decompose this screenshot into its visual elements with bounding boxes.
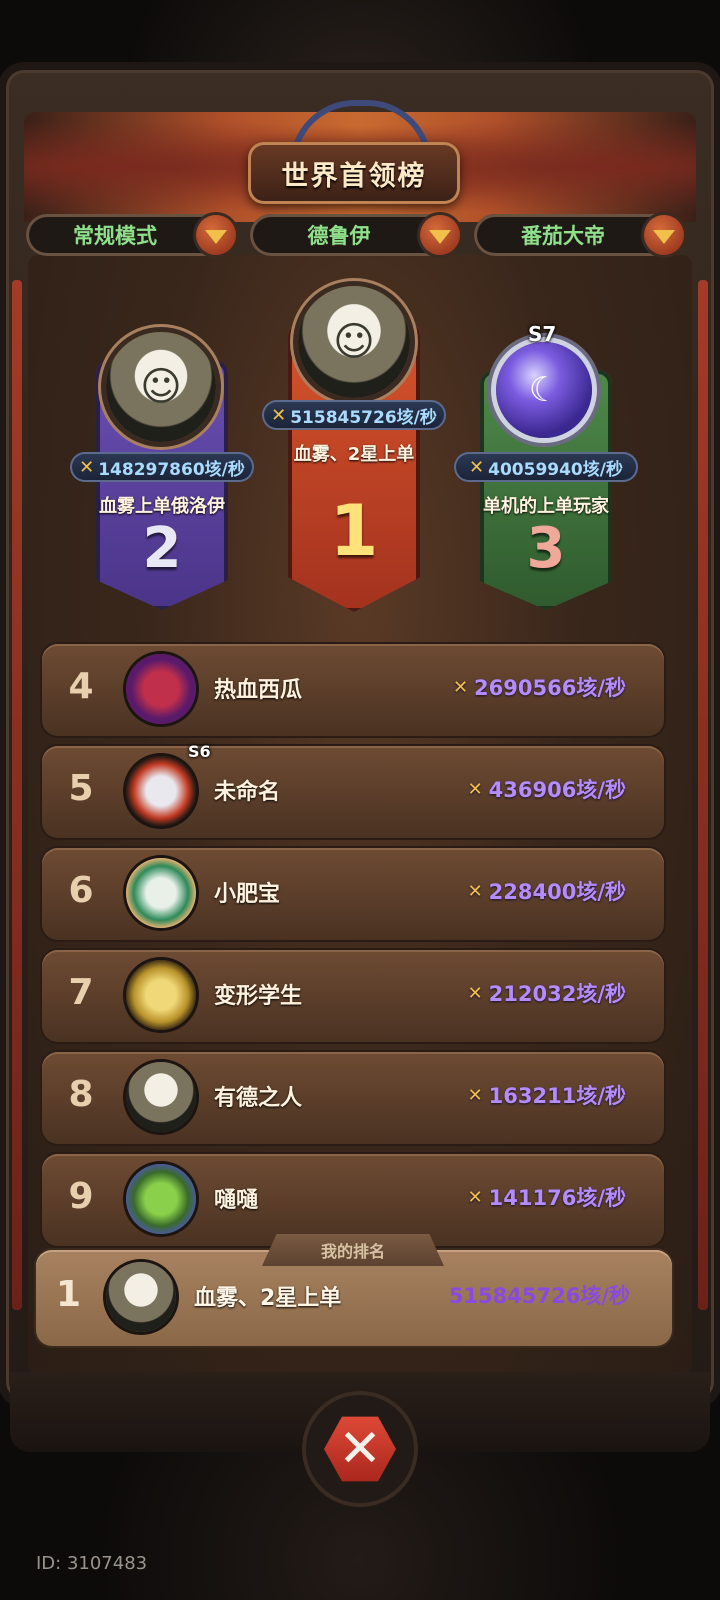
chevron-down-icon[interactable] [420,215,460,255]
mode-dropdown[interactable]: 常规模式 [26,214,236,256]
list-rank: 4 [68,666,94,707]
boss-dropdown-label: 番茄大帝 [521,224,605,248]
player-score: ✕ 436906垓/秒 [468,774,626,804]
podium-first-avatar[interactable]: ☺ [298,286,410,398]
close-button[interactable]: ✕ [306,1395,414,1503]
list-rank: 7 [68,972,94,1013]
podium-first-rank: 1 [329,490,379,572]
season-badge: S7 [528,322,557,346]
podium-second-name: 血雾上单俄洛伊 [99,496,225,517]
crossed-swords-icon: ✕ [467,1084,483,1106]
podium-third-avatar[interactable]: ☾ [496,342,592,438]
podium-third-rank: 3 [526,516,566,581]
my-name: 血雾、2星上单 [194,1286,342,1311]
podium-third-name: 单机的上单玩家 [483,496,609,517]
podium-first-score-value: 515845726垓/秒 [290,407,437,428]
my-rank-tag: 我的排名 [262,1234,444,1266]
my-score: 515845726垓/秒 [448,1284,630,1308]
podium-second-score: ✕ 148297860垓/秒 [70,452,254,482]
list-item[interactable]: 8 有德之人 ✕ 163211垓/秒 [42,1052,664,1144]
player-score: ✕ 228400垓/秒 [468,876,626,906]
podium-first-name: 血雾、2星上单 [293,444,415,465]
season-badge: S6 [188,742,211,761]
my-avatar[interactable] [106,1262,176,1332]
chevron-down-icon[interactable] [644,215,684,255]
crossed-swords-icon: ✕ [467,778,483,800]
crossed-swords-icon: ✕ [79,456,95,478]
podium-third-score-value: 40059940垓/秒 [488,459,623,480]
frame-bar-right [698,280,708,1310]
page-title: 世界首领榜 [281,160,427,192]
crossed-swords-icon: ✕ [467,880,483,902]
title-plate: 世界首领榜 [248,142,460,204]
frame-bar-left [12,280,22,1310]
crossed-swords-icon: ✕ [452,676,469,698]
player-avatar[interactable] [126,756,196,826]
list-item[interactable]: 7 变形学生 ✕ 212032垓/秒 [42,950,664,1042]
player-score: ✕ 2690566垓/秒 [453,672,626,702]
player-score: ✕ 212032垓/秒 [468,978,626,1008]
crescent-moon-icon: ☾ [528,370,560,410]
crossed-swords-icon: ✕ [469,456,485,478]
list-rank: 9 [68,1176,94,1217]
podium-second-rank: 2 [142,516,182,581]
player-score-value: 436906垓/秒 [488,778,626,802]
player-score-value: 141176垓/秒 [488,1186,626,1210]
list-item[interactable]: 9 嗵嗵 ✕ 141176垓/秒 [42,1154,664,1246]
elf-avatar-icon: ☺ [140,364,182,410]
list-item[interactable]: 5 S6 未命名 ✕ 436906垓/秒 [42,742,664,838]
player-avatar[interactable] [126,1164,196,1234]
crossed-swords-icon: ✕ [467,1186,483,1208]
player-avatar[interactable] [126,1062,196,1132]
podium-first-score: ✕ 515845726垓/秒 [262,400,446,430]
my-rank-number: 1 [56,1274,82,1315]
player-avatar[interactable] [126,654,196,724]
list-item[interactable]: 4 热血西瓜 ✕ 2690566垓/秒 [42,644,664,736]
podium-third-score: ✕ 40059940垓/秒 [454,452,638,482]
boss-dropdown[interactable]: 番茄大帝 [474,214,684,256]
list-rank: 6 [68,870,94,911]
player-name: 嗵嗵 [214,1188,259,1213]
player-score-value: 2690566垓/秒 [474,676,626,700]
mode-dropdown-label: 常规模式 [73,224,157,248]
player-avatar[interactable] [126,960,196,1030]
class-dropdown-label: 德鲁伊 [307,224,371,248]
crossed-swords-icon: ✕ [467,982,483,1004]
player-name: 变形学生 [214,984,303,1009]
list-item[interactable]: 6 小肥宝 ✕ 228400垓/秒 [42,848,664,940]
player-name: 未命名 [214,780,281,805]
player-name: 热血西瓜 [214,678,303,703]
class-dropdown[interactable]: 德鲁伊 [250,214,460,256]
player-score: ✕ 141176垓/秒 [468,1182,626,1212]
player-name: 有德之人 [214,1086,303,1111]
player-score-value: 228400垓/秒 [488,880,626,904]
player-score-value: 163211垓/秒 [488,1084,626,1108]
elf-avatar-icon: ☺ [333,319,375,365]
player-score: ✕ 163211垓/秒 [468,1080,626,1110]
crossed-swords-icon: ✕ [271,404,287,426]
podium-second-score-value: 148297860垓/秒 [98,459,245,480]
player-avatar[interactable] [126,858,196,928]
chevron-down-icon[interactable] [196,215,236,255]
list-rank: 5 [68,768,94,809]
player-name: 小肥宝 [214,882,281,907]
list-rank: 8 [68,1074,94,1115]
player-score-value: 212032垓/秒 [488,982,626,1006]
user-id: ID: 3107483 [36,1553,148,1574]
close-icon[interactable]: ✕ [324,1416,396,1482]
podium-second-avatar[interactable]: ☺ [106,332,216,442]
